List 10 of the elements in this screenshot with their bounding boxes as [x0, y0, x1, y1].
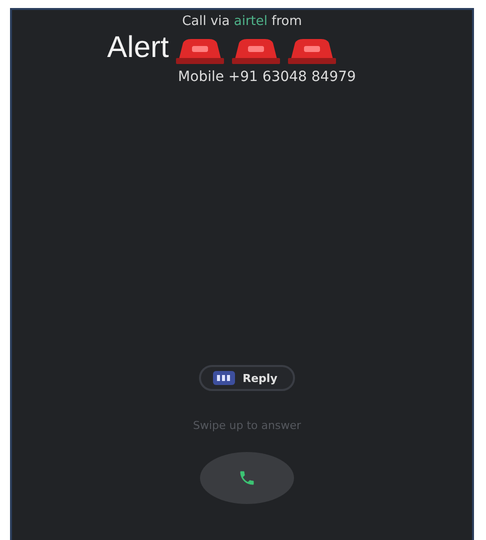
message-icon: [212, 371, 235, 385]
siren-icon: [174, 37, 225, 65]
reply-button[interactable]: Reply: [198, 365, 296, 391]
call-via-text: Call via airtel from: [182, 14, 302, 29]
siren-icon: [286, 37, 337, 65]
swipe-hint: Swipe up to answer: [192, 419, 301, 432]
caller-name: Alert: [107, 31, 169, 65]
siren-icon: [230, 37, 281, 65]
caller-number: Mobile +91 63048 84979: [178, 69, 356, 85]
phone-icon: [238, 469, 256, 487]
